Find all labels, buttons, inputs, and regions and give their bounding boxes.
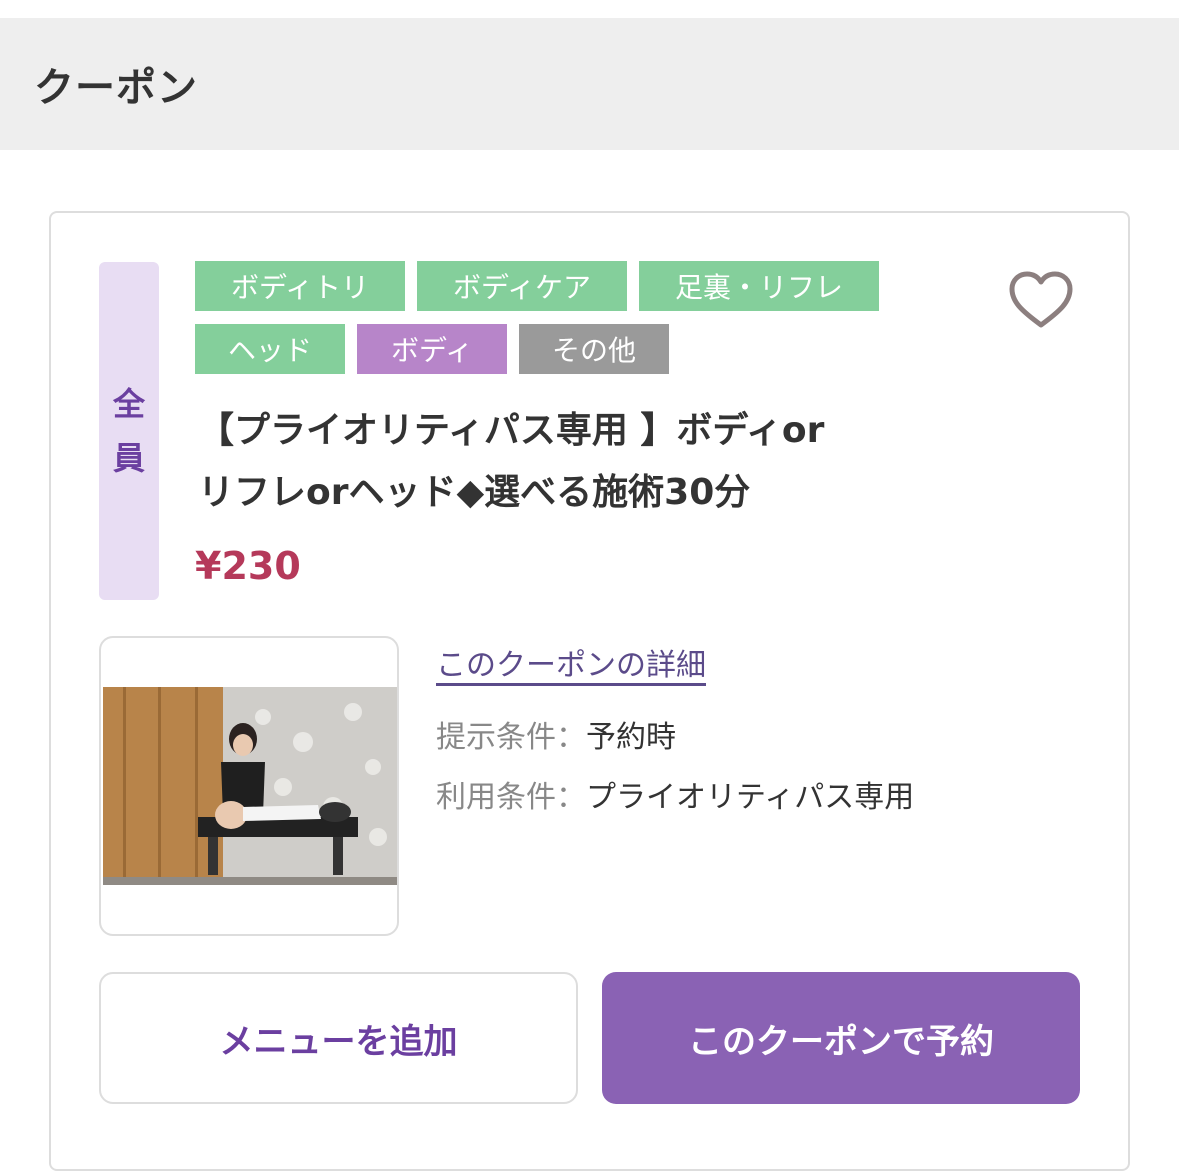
coupon-price: ¥230: [195, 544, 301, 588]
condition-label: 提示条件：: [436, 720, 586, 755]
target-badge-char: 全: [112, 385, 145, 423]
tag-foot-reflexology: 足裏・リフレ: [639, 261, 879, 311]
coupon-detail-link[interactable]: このクーポンの詳細: [436, 640, 706, 684]
section-header: クーポン: [0, 18, 1179, 150]
tag-other: その他: [519, 324, 669, 374]
tag-body-tri: ボディトリ: [195, 261, 405, 311]
massage-photo: [103, 687, 397, 885]
coupon-title-line: リフレorヘッド◆選べる施術30分: [198, 472, 751, 513]
top-spacer: [0, 0, 1179, 18]
tag-head: ヘッド: [195, 324, 345, 374]
condition-label: 利用条件：: [436, 780, 586, 815]
tag-body: ボディ: [357, 324, 507, 374]
add-menu-button[interactable]: メニューを追加: [99, 972, 578, 1104]
section-title: クーポン: [34, 65, 198, 111]
presentation-condition: 提示条件：予約時: [436, 712, 676, 756]
reserve-with-coupon-button[interactable]: このクーポンで予約: [602, 972, 1080, 1104]
target-badge: 全 員: [99, 262, 159, 600]
coupon-title: 【プライオリティパス専用 】ボディor リフレorヘッド◆選べる施術30分: [198, 400, 938, 524]
favorite-button[interactable]: [1006, 268, 1076, 332]
heart-outline-icon: [1009, 271, 1073, 328]
usage-condition: 利用条件：プライオリティパス専用: [436, 772, 914, 816]
coupon-title-line: 【プライオリティパス専用 】ボディor: [198, 410, 825, 451]
condition-value: 予約時: [586, 720, 676, 755]
target-badge-char: 員: [112, 439, 145, 477]
coupon-image[interactable]: [99, 636, 399, 936]
tag-body-care: ボディケア: [417, 261, 627, 311]
condition-value: プライオリティパス専用: [586, 780, 915, 815]
